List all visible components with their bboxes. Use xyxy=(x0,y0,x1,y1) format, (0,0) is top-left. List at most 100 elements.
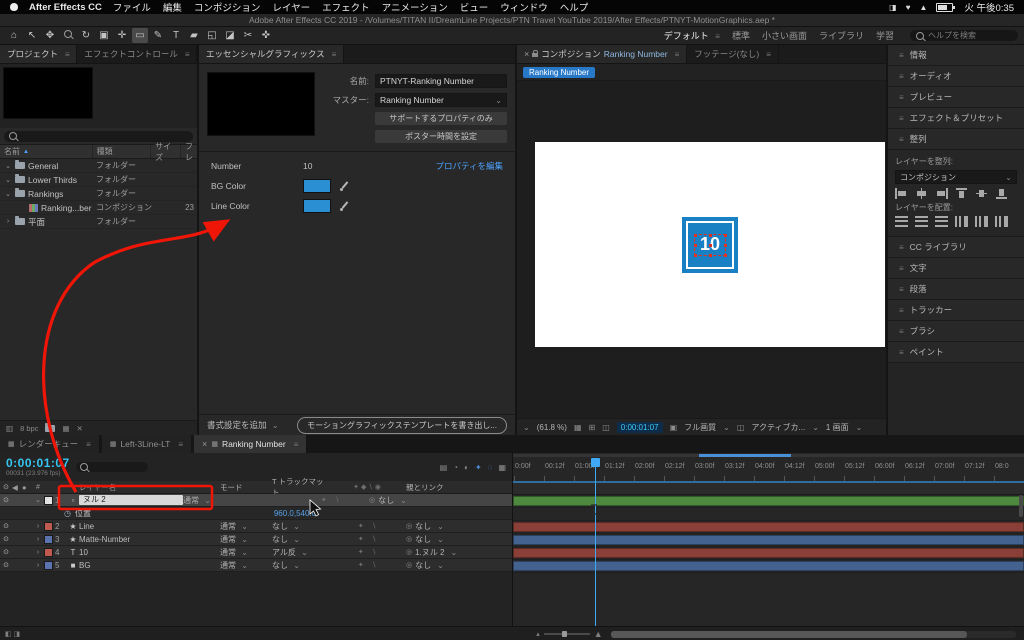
align-center-v-icon[interactable] xyxy=(975,188,988,199)
parent-link-select[interactable]: ◎ なし ⌄ xyxy=(406,521,512,532)
tab-essential-graphics[interactable]: エッセンシャルグラフィックス ≡ xyxy=(199,45,345,63)
wifi-icon[interactable]: ▲ xyxy=(919,3,927,12)
motion-blur-icon[interactable]: ◌ xyxy=(488,463,493,472)
twirl-icon[interactable]: › xyxy=(32,536,44,543)
current-time[interactable]: 0:00:01:07 xyxy=(616,421,663,433)
help-search-input[interactable]: ヘルプを検索 xyxy=(910,30,1018,41)
align-bottom-icon[interactable] xyxy=(995,188,1008,199)
graph-editor-icon[interactable]: ▦ xyxy=(498,463,506,472)
workspace-item[interactable]: デフォルト ≡ xyxy=(664,29,720,42)
pen-tool-icon[interactable]: ✎ xyxy=(150,28,166,43)
timeline-tab[interactable]: ▦ Left-3Line-LT ≡ xyxy=(101,435,193,453)
comp-mini-flowchart-icon[interactable]: ▤ xyxy=(440,463,448,472)
apple-menu-icon[interactable] xyxy=(10,3,18,11)
hide-shy-layers-icon[interactable]: ◐ xyxy=(464,463,469,472)
distribute-top-icon[interactable] xyxy=(895,216,908,227)
puppet-pin-tool-icon[interactable]: ✜ xyxy=(258,28,274,43)
new-comp-icon[interactable]: ▦ xyxy=(62,424,69,433)
add-formatting-button[interactable]: 書式設定を追加 ⌄ xyxy=(207,419,279,431)
blend-mode-select[interactable]: 通常 ⌄ xyxy=(183,495,235,506)
template-name-input[interactable]: PTNYT-Ranking Number xyxy=(375,74,507,88)
timeline-zoom-control[interactable]: ▴ ▲ xyxy=(536,629,602,639)
timeline-vertical-scrollbar[interactable] xyxy=(1019,495,1023,517)
property-row-position[interactable]: ◷ 位置 960.0,540.0 xyxy=(0,507,512,520)
shape-tool-icon[interactable]: ▭ xyxy=(132,28,148,43)
layer-row[interactable]: ⊙ ⌄ 1 ▫ ヌル 2 通常 ⌄ ✦ ∖ ◎ なし ⌄ xyxy=(0,494,512,507)
delete-icon[interactable]: ✕ xyxy=(77,424,83,433)
playhead-line[interactable] xyxy=(595,459,596,626)
layer-name[interactable]: Line xyxy=(79,522,220,531)
align-center-h-icon[interactable] xyxy=(915,188,928,199)
composition-viewer[interactable]: 10 xyxy=(517,81,886,418)
zoom-slider-handle[interactable] xyxy=(561,631,567,637)
home-tool-icon[interactable]: ⌂ xyxy=(6,28,22,43)
right-panel-item[interactable]: ≡ ブラシ xyxy=(888,321,1024,342)
layer-name[interactable]: Matte-Number xyxy=(79,535,220,544)
project-row[interactable]: Ranking...ber コンポジション 23 xyxy=(0,201,197,215)
menu-item[interactable]: ヘルプ xyxy=(560,0,589,14)
right-panel-item[interactable]: ≡ エフェクト＆プリセット xyxy=(888,108,1024,129)
menu-item[interactable]: アニメーション xyxy=(382,0,448,14)
layer-duration-bar[interactable] xyxy=(513,522,1024,532)
pickwhip-icon[interactable]: ◎ xyxy=(406,548,412,556)
position-value[interactable]: 960.0,540.0 xyxy=(240,509,350,518)
menu-item[interactable]: エフェクト xyxy=(322,0,370,14)
grid-options-icon[interactable]: ▦ xyxy=(574,423,582,432)
distribute-center-h-icon[interactable] xyxy=(975,216,988,227)
project-row[interactable]: › 平面 フォルダー xyxy=(0,215,197,229)
distribute-left-icon[interactable] xyxy=(955,216,968,227)
blend-mode-select[interactable]: 通常 ⌄ xyxy=(220,547,272,558)
track-matte-select[interactable]: なし ⌄ xyxy=(272,521,328,532)
menu-item[interactable]: 編集 xyxy=(163,0,182,14)
layer-row[interactable]: ⊙ › 3 ★ Matte-Number 通常 ⌄ なし ⌄ ✦ ∖ ◎ なし ⌄ xyxy=(0,533,512,546)
twirl-icon[interactable]: › xyxy=(32,523,44,530)
resolution-select[interactable]: フル画質 xyxy=(684,422,716,433)
comp-nav-chip[interactable]: Ranking Number xyxy=(523,66,596,78)
layer-name[interactable]: BG xyxy=(79,561,220,570)
layer-track[interactable] xyxy=(513,534,1024,547)
track-matte-select[interactable]: なし ⌄ xyxy=(272,560,328,571)
project-column-header[interactable]: サイズ xyxy=(151,142,181,162)
interpret-footage-icon[interactable]: ▥ xyxy=(6,424,13,433)
align-right-icon[interactable] xyxy=(935,188,948,199)
distribute-right-icon[interactable] xyxy=(995,216,1008,227)
eyedropper-icon[interactable] xyxy=(339,201,349,211)
supported-properties-button[interactable]: サポートするプロパティのみ xyxy=(375,112,507,125)
layer-switches[interactable]: ✦ ∖ xyxy=(328,561,406,569)
right-panel-item[interactable]: ≡ 段落 xyxy=(888,279,1024,300)
align-target-select[interactable]: コンポジション ⌄ xyxy=(895,170,1017,184)
align-top-icon[interactable] xyxy=(955,188,968,199)
twirl-icon[interactable]: › xyxy=(4,218,12,225)
number-value[interactable]: 10 xyxy=(303,161,312,171)
hand-tool-icon[interactable]: ✥ xyxy=(42,28,58,43)
timeline-timecode[interactable]: 0:00:01:07 xyxy=(6,456,70,470)
label-color-swatch[interactable] xyxy=(44,547,53,557)
layer-track[interactable] xyxy=(513,560,1024,573)
status-icon[interactable]: ◨ xyxy=(889,3,897,12)
project-row[interactable]: ⌄ Rankings フォルダー xyxy=(0,187,197,201)
eye-icon[interactable]: ⊙ xyxy=(0,522,12,530)
project-column-header[interactable]: 種類 xyxy=(93,145,152,158)
fast-previews-icon[interactable]: ◫ xyxy=(737,423,745,432)
stopwatch-icon[interactable]: ◷ xyxy=(64,509,71,518)
distribute-center-v-icon[interactable] xyxy=(915,216,928,227)
eye-icon[interactable]: ⊙ xyxy=(0,561,12,569)
layer-track[interactable] xyxy=(513,547,1024,560)
ranking-number-badge[interactable]: 10 xyxy=(682,216,738,273)
pickwhip-icon[interactable]: ◎ xyxy=(406,561,412,569)
tab-composition[interactable]: × コンポジション Ranking Number ≡ xyxy=(517,45,688,63)
timeline-tab[interactable]: ▦ レンダーキュー ≡ xyxy=(0,435,100,453)
eye-icon[interactable]: ⊙ xyxy=(0,496,12,504)
heart-icon[interactable]: ♥ xyxy=(906,3,911,12)
camera-tool-icon[interactable]: ▣ xyxy=(96,28,112,43)
eye-icon[interactable]: ⊙ xyxy=(0,535,12,543)
camera-view-select[interactable]: アクティブカ... xyxy=(751,422,805,433)
label-color-swatch[interactable] xyxy=(44,521,53,531)
timeline-horizontal-scrollbar[interactable] xyxy=(610,630,1016,638)
project-column-header[interactable]: 名前 ▲ xyxy=(0,145,93,158)
draft-3d-icon[interactable]: ◔ xyxy=(453,463,458,472)
twirl-icon[interactable]: ⌄ xyxy=(4,176,12,184)
twirl-icon[interactable]: ⌄ xyxy=(4,162,12,170)
menu-item[interactable]: ファイル xyxy=(113,0,151,14)
composition-canvas[interactable]: 10 xyxy=(535,142,885,347)
